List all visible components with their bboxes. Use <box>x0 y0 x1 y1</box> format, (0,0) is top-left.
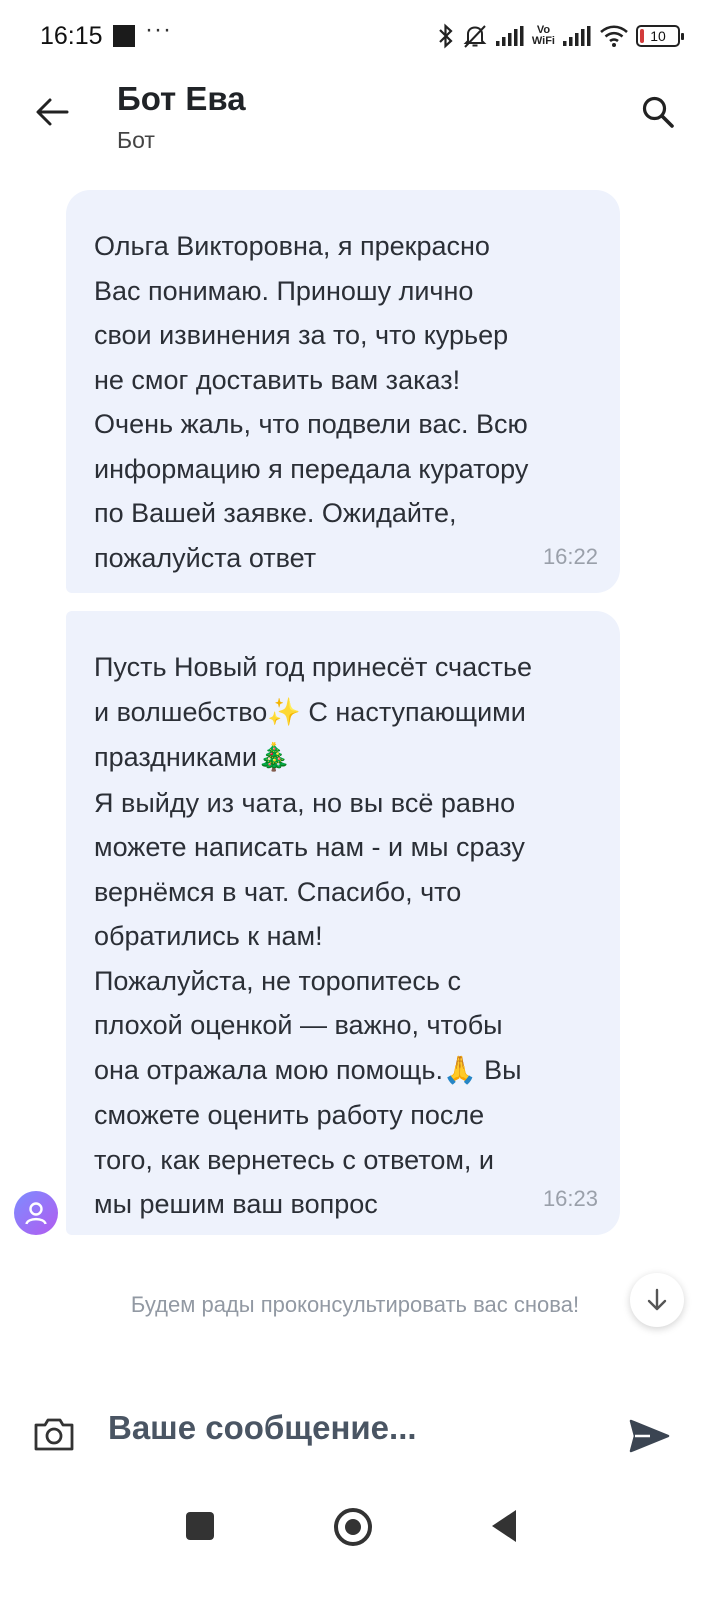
message-paragraph: Я выйду из чата, но вы всё равно можете … <box>94 787 525 1041</box>
battery-level: 10 <box>650 28 666 44</box>
back-button[interactable] <box>30 90 74 134</box>
notification-square-icon <box>113 25 135 47</box>
message-line: Пусть Новый год принесёт счастье <box>94 652 533 682</box>
camera-button[interactable] <box>30 1413 78 1455</box>
bot-avatar[interactable] <box>14 1191 58 1235</box>
folded-hands-emoji: 🙏 <box>442 1054 477 1086</box>
chat-subtitle: Бот <box>117 127 155 153</box>
status-icons: Vo WiFi 10 <box>437 20 684 52</box>
message-paragraph: сможете оценить работу после того, как в… <box>94 1100 495 1219</box>
bluetooth-icon <box>439 23 453 49</box>
back-triangle-icon[interactable] <box>492 1510 516 1542</box>
more-notifications-icon: ··· <box>145 16 172 43</box>
chat-title: Бот Ева <box>117 80 246 117</box>
system-note: Будем рады проконсультировать вас снова! <box>130 1292 580 1317</box>
message-line: Вы <box>476 1054 522 1085</box>
send-icon <box>629 1419 670 1453</box>
message-bubble[interactable]: Ольга Викторовна, я прекрасно Вас понима… <box>66 190 620 593</box>
send-button[interactable] <box>625 1414 673 1458</box>
message-text: Пусть Новый год принесёт счастье и волше… <box>94 645 594 1227</box>
wifi-icon <box>600 25 628 47</box>
recent-apps-icon[interactable] <box>186 1512 214 1540</box>
message-line: и волшебство <box>94 696 268 727</box>
vowifi-bottom: WiFi <box>531 35 555 47</box>
message-line: она отражала мою помощь. <box>94 1054 443 1085</box>
user-icon <box>25 1202 47 1225</box>
battery-icon: 10 <box>636 25 684 47</box>
camera-icon <box>34 1418 74 1451</box>
message-time: 16:23 <box>542 1186 598 1211</box>
search-button[interactable] <box>636 90 680 134</box>
vowifi-icon: Vo WiFi <box>532 25 555 47</box>
message-composer <box>0 1380 720 1480</box>
scroll-to-bottom-button[interactable] <box>630 1273 684 1327</box>
message-text: Ольга Викторовна, я прекрасно Вас понима… <box>94 231 529 573</box>
system-nav-bar <box>0 1490 720 1600</box>
signal-icon <box>563 26 591 46</box>
arrow-left-icon <box>36 98 69 126</box>
message-line: праздниками <box>94 742 257 772</box>
bell-off-icon <box>463 25 487 48</box>
chat-header: Бот Ева Бот <box>0 72 720 172</box>
status-time: 16:15 <box>40 22 103 50</box>
message-line: С наступающими <box>300 696 526 727</box>
search-icon <box>642 96 674 128</box>
battery-fill <box>640 29 644 43</box>
message-bubble[interactable]: Пусть Новый год принесёт счастье и волше… <box>66 611 620 1235</box>
message-input[interactable] <box>108 1398 608 1458</box>
home-icon[interactable] <box>334 1508 372 1546</box>
sparkles-emoji: ✨ <box>267 696 301 728</box>
signal-icon <box>495 26 524 46</box>
christmas-tree-emoji: 🎄 <box>256 742 291 773</box>
message-time: 16:22 <box>542 544 598 569</box>
status-bar: 16:15 ··· Vo WiFi 10 <box>0 0 720 72</box>
arrow-down-icon <box>647 1288 667 1311</box>
